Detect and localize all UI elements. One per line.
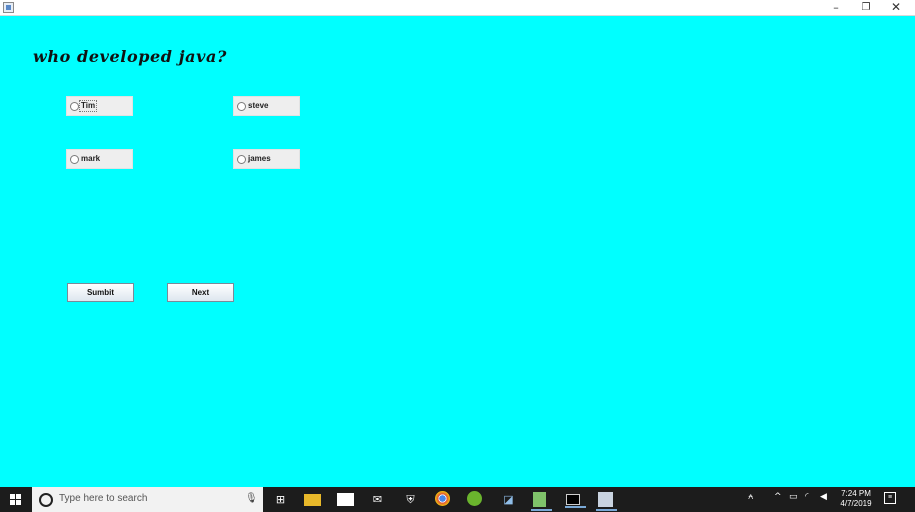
close-button[interactable]: ✕ [881, 0, 911, 15]
notification-icon[interactable]: ≡ [884, 492, 896, 504]
taskbar-clock[interactable]: 7:24 PM 4/7/2019 [837, 489, 875, 509]
volume-icon[interactable]: ◀ [820, 492, 827, 502]
question-label: who developed java? [33, 47, 227, 66]
option-label: mark [81, 154, 101, 163]
next-button[interactable]: Next [167, 283, 234, 302]
terminal-icon[interactable] [565, 494, 586, 508]
option-label: Tim [78, 100, 98, 112]
store-icon[interactable] [337, 493, 354, 506]
radio-circle-icon[interactable] [70, 102, 79, 111]
taskbar-search-box[interactable]: Type here to search 🎙︎ [32, 487, 263, 512]
microphone-icon[interactable]: 🎙︎ [245, 493, 258, 504]
restore-button[interactable]: ❐ [851, 0, 881, 15]
radio-circle-icon[interactable] [237, 155, 246, 164]
wifi-icon[interactable]: ◜ [805, 492, 809, 502]
mail-icon[interactable]: ✉ [369, 491, 386, 508]
submit-button[interactable]: Sumbit [67, 283, 134, 302]
security-icon[interactable]: ⛨ [402, 491, 419, 508]
utorrent-icon[interactable] [467, 491, 482, 506]
java-icon[interactable] [596, 492, 617, 511]
cortana-icon[interactable] [39, 493, 53, 507]
option-label: steve [248, 101, 269, 110]
windows-start-icon[interactable] [10, 494, 21, 505]
option-james-radio[interactable]: james [233, 149, 300, 169]
chevron-up-icon[interactable]: ^ [774, 492, 782, 502]
people-icon[interactable]: ⍲ [748, 492, 753, 502]
file-explorer-icon[interactable] [304, 494, 321, 506]
radio-circle-icon[interactable] [70, 155, 79, 164]
title-bar: – ❐ ✕ [0, 0, 915, 16]
option-steve-radio[interactable]: steve [233, 96, 300, 116]
radio-circle-icon[interactable] [237, 102, 246, 111]
option-mark-radio[interactable]: mark [66, 149, 133, 169]
option-label: james [248, 154, 271, 163]
task-view-icon[interactable]: ⊞ [272, 491, 289, 508]
app-icon[interactable]: ◪ [500, 491, 517, 508]
clock-time: 7:24 PM [841, 489, 871, 498]
minimize-button[interactable]: – [821, 0, 851, 15]
taskbar: Type here to search 🎙︎ ⊞ ✉ ⛨ ◪ ⍲ ^ ▭ ◜ ◀… [0, 487, 915, 512]
chrome-icon[interactable] [435, 491, 450, 506]
option-tim-radio[interactable]: Tim [66, 96, 133, 116]
clock-date: 4/7/2019 [840, 499, 872, 508]
search-placeholder: Type here to search [59, 493, 148, 504]
notepad-icon[interactable] [531, 492, 552, 511]
battery-icon[interactable]: ▭ [789, 492, 798, 502]
java-app-icon [3, 2, 14, 13]
